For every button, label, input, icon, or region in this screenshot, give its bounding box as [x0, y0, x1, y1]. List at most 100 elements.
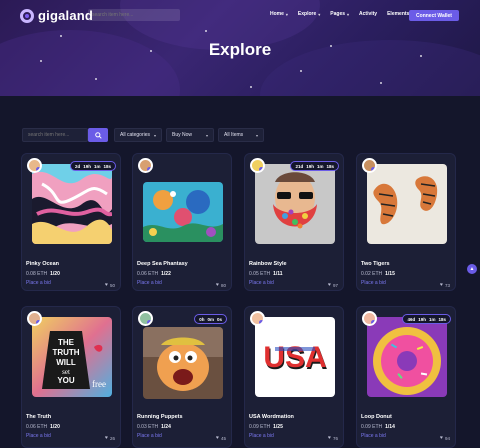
logo[interactable]: gigaland	[20, 8, 93, 23]
select-value: All categories	[120, 132, 151, 138]
item-search-input[interactable]	[22, 128, 88, 142]
like-button[interactable]: ♥ 50	[105, 282, 115, 288]
header-search-input[interactable]	[88, 9, 180, 21]
nft-title[interactable]: Two Tigers	[361, 261, 390, 267]
nft-image[interactable]: USA USA	[255, 317, 335, 397]
menu-label: Pages	[330, 11, 346, 17]
menu-label: Explore	[297, 11, 317, 17]
place-bid-link[interactable]: Place a bid	[361, 280, 386, 286]
price-value: 0.06 ETH	[26, 424, 48, 430]
place-bid-link[interactable]: Place a bid	[249, 280, 274, 286]
nft-card[interactable]: 2d 19h 1m 18s Pinky Ocean 0.08 ETH 1/20 Plac…	[21, 153, 121, 291]
heart-icon: ♥	[440, 435, 443, 441]
search-icon	[94, 131, 102, 139]
menu-item-explore[interactable]: Explore ▾	[298, 11, 320, 17]
avatar[interactable]	[27, 311, 42, 326]
heart-icon: ♥	[105, 435, 108, 441]
nft-card[interactable]: USA USA USA Wordmation 0.09 ETH 1/25 Plac…	[244, 306, 344, 448]
timer-part: 18s	[103, 163, 111, 169]
edition-count: 1/20	[50, 424, 60, 430]
avatar[interactable]	[27, 158, 42, 173]
avatar[interactable]	[362, 311, 377, 326]
like-button[interactable]: ♥ 76	[328, 435, 338, 441]
like-button[interactable]: ♥ 45	[216, 435, 226, 441]
edition-count: 1/11	[273, 271, 283, 277]
countdown-timer: 21d 19h 1m 18s	[290, 161, 339, 171]
art-text: THE	[58, 338, 75, 347]
like-button[interactable]: ♥ 26	[105, 435, 115, 441]
avatar[interactable]	[250, 158, 265, 173]
timer-part: 19h	[306, 163, 314, 169]
chevron-up-icon: ▲	[469, 266, 475, 272]
nft-image[interactable]	[367, 164, 447, 244]
like-count: 97	[332, 282, 338, 288]
avatar[interactable]	[138, 311, 153, 326]
nft-card[interactable]: Deep Sea Phantasy 0.06 ETH 1/22 Place a b…	[132, 153, 232, 291]
search-button[interactable]	[88, 128, 108, 142]
nft-card[interactable]: 46d 19h 1m 18s Loop Donut 0.09 ETH 1/14 Plac…	[356, 306, 456, 448]
usa-wordmation-art: USA USA	[255, 317, 335, 397]
nft-title[interactable]: The Truth	[26, 414, 51, 420]
place-bid-link[interactable]: Place a bid	[137, 433, 162, 439]
rainbow-style-art	[255, 164, 335, 244]
nft-image[interactable]	[143, 327, 223, 399]
place-bid-link[interactable]: Place a bid	[26, 280, 51, 286]
like-button[interactable]: ♥ 73	[440, 282, 450, 288]
avatar[interactable]	[362, 158, 377, 173]
nft-price: 0.09 ETH 1/14	[361, 424, 395, 430]
menu-item-activity[interactable]: Activity	[359, 11, 377, 17]
place-bid-link[interactable]: Place a bid	[249, 433, 274, 439]
category-select[interactable]: All categories ▾	[114, 128, 162, 142]
price-value: 0.02 ETH	[361, 271, 383, 277]
nft-card[interactable]: 0h 0m 0s Running Puppets 0.03 ETH 1/24 Plac…	[132, 306, 232, 448]
items-select[interactable]: All Items ▾	[218, 128, 264, 142]
nft-title[interactable]: Deep Sea Phantasy	[137, 261, 188, 267]
nft-image[interactable]	[367, 317, 447, 397]
verified-icon	[147, 167, 151, 171]
chevron-down-icon: ▾	[153, 132, 156, 138]
nft-title[interactable]: USA Wordmation	[249, 414, 294, 420]
price-value: 0.05 ETH	[249, 271, 271, 277]
place-bid-link[interactable]: Place a bid	[137, 280, 162, 286]
art-text: YOU	[57, 376, 75, 385]
nft-title[interactable]: Loop Donut	[361, 414, 392, 420]
timer-part: 19h	[418, 316, 426, 322]
place-bid-link[interactable]: Place a bid	[361, 433, 386, 439]
menu-item-pages[interactable]: Pages ▾	[330, 11, 349, 17]
like-button[interactable]: ♥ 97	[328, 282, 338, 288]
select-value: All Items	[224, 132, 244, 138]
timer-part: 0m	[207, 316, 214, 322]
nft-image[interactable]	[143, 182, 223, 242]
menu-item-home[interactable]: Home ▾	[270, 11, 288, 17]
nft-card[interactable]: 21d 19h 1m 18s Rainbow Style 0.05 ETH 1/11 P…	[244, 153, 344, 291]
nft-title[interactable]: Running Puppets	[137, 414, 183, 420]
timer-part: 0h	[199, 316, 205, 322]
like-count: 76	[332, 435, 338, 441]
like-button[interactable]: ♥ 94	[440, 435, 450, 441]
avatar[interactable]	[250, 311, 265, 326]
connect-wallet-button[interactable]: Connect Wallet	[409, 10, 459, 21]
filter-bar: All categories▾ Buy Now▾ All Items▾	[22, 128, 264, 142]
deep-sea-art	[143, 182, 223, 242]
price-value: 0.09 ETH	[249, 424, 271, 430]
loop-donut-art	[367, 317, 447, 397]
nft-price: 0.09 ETH 1/25	[249, 424, 283, 430]
countdown-timer: 46d 19h 1m 18s	[402, 314, 451, 324]
logo-text: gigaland	[38, 8, 94, 23]
nft-image[interactable]	[255, 164, 335, 244]
timer-part: 46d	[407, 316, 416, 322]
nft-card[interactable]: Two Tigers 0.02 ETH 1/15 Place a bid ♥ 73	[356, 153, 456, 291]
like-count: 45	[220, 435, 226, 441]
scroll-to-top-button[interactable]: ▲	[467, 264, 477, 274]
place-bid-link[interactable]: Place a bid	[26, 433, 51, 439]
nft-card[interactable]: THE TRUTH WILL set YOU free The Truth 0.…	[21, 306, 121, 448]
nft-image[interactable]: THE TRUTH WILL set YOU free	[32, 317, 112, 397]
avatar[interactable]	[138, 158, 153, 173]
chevron-down-icon: ▾	[255, 132, 258, 138]
like-button[interactable]: ♥ 80	[216, 282, 226, 288]
buy-type-select[interactable]: Buy Now ▾	[166, 128, 214, 142]
chevron-down-icon: ▾	[347, 11, 350, 17]
nft-title[interactable]: Pinky Ocean	[26, 261, 59, 267]
nft-title[interactable]: Rainbow Style	[249, 261, 287, 267]
nft-image[interactable]	[32, 164, 112, 244]
